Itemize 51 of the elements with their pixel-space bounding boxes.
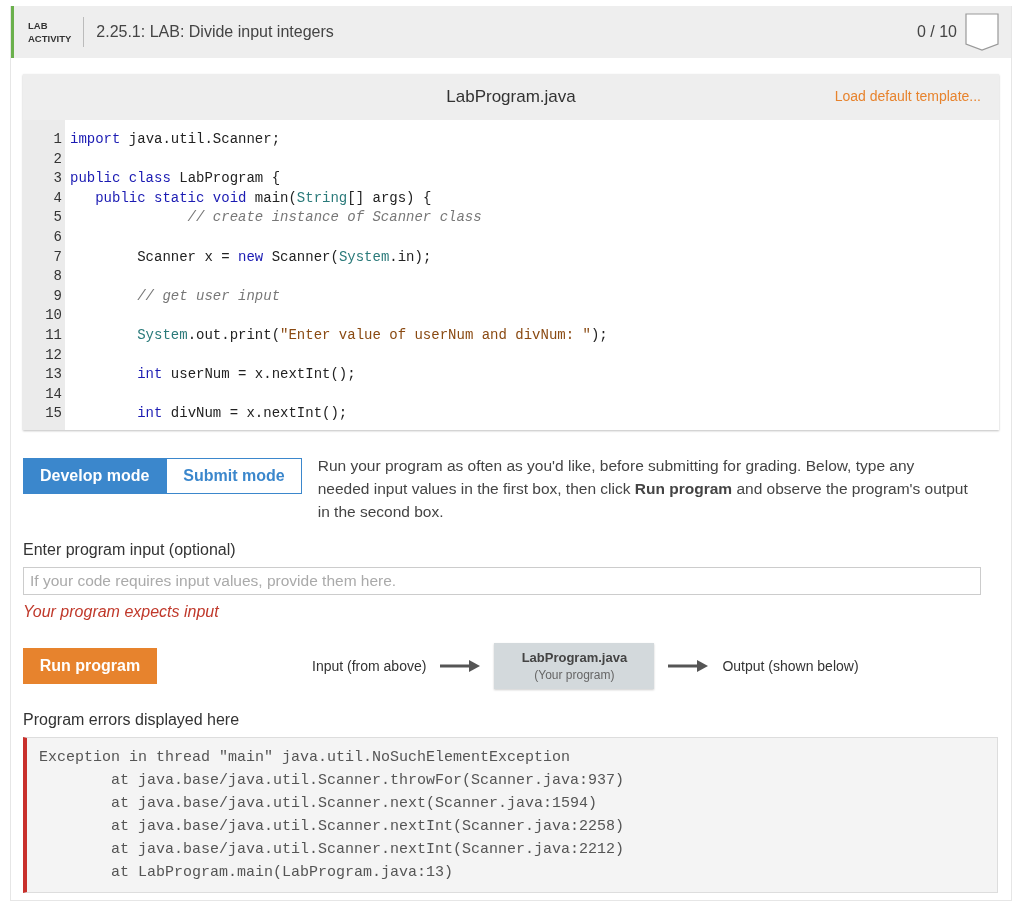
error-line: at java.base/java.util.Scanner.next(Scanner.java:1594) xyxy=(110,794,599,814)
code-line: int divNum = x.nextInt(); xyxy=(136,404,349,424)
input-caption: Input (from above) xyxy=(312,658,427,674)
code-line: System.out.print("Enter value of userNum and divNum: "); xyxy=(136,325,609,345)
file-name: LabProgram.java xyxy=(446,87,576,107)
line-number: 15 xyxy=(44,404,63,424)
run-program-button[interactable]: Run program xyxy=(23,648,157,684)
program-caption: (Your program) xyxy=(534,668,615,682)
instructions-text: Run your program as often as you'd like, before submitting for grading. Below, type any needed input values in the first box, then click Run program and observe the program's output in the second box. xyxy=(317,456,968,522)
code-line: int userNum = x.nextInt(); xyxy=(136,365,357,385)
error-line: at java.base/java.util.Scanner.throwFor(Scanner.java:937) xyxy=(110,771,626,791)
code-line: public class LabProgram { xyxy=(70,169,282,189)
activity-title: 2.25.1: LAB: Divide input integers xyxy=(96,23,335,41)
code-editor[interactable] xyxy=(23,74,999,430)
ribbon-icon xyxy=(965,13,999,51)
mode-tab[interactable]: Submit mode xyxy=(166,458,302,494)
input-warning: Your program expects input xyxy=(23,603,220,621)
program-input-field[interactable]: If your code requires input values, provide them here. xyxy=(23,567,981,595)
load-template-link[interactable]: Load default template... xyxy=(834,88,981,104)
line-number: 7 xyxy=(52,247,63,267)
lab-activity-label: LAB ACTIVITY xyxy=(28,17,85,47)
output-caption: Output (shown below) xyxy=(722,658,859,674)
code-line: // create instance of Scanner class xyxy=(186,208,483,228)
error-line: at java.base/java.util.Scanner.nextInt(Scanner.java:2212) xyxy=(110,840,626,860)
arrow-icon xyxy=(440,660,481,672)
line-number: 3 xyxy=(52,169,63,189)
line-number: 6 xyxy=(52,227,63,247)
code-line: // get user input xyxy=(136,286,282,306)
line-number: 1 xyxy=(52,130,63,149)
error-line: at java.base/java.util.Scanner.nextInt(Scanner.java:2258) xyxy=(110,817,626,837)
line-number: 4 xyxy=(52,188,63,208)
line-number: 8 xyxy=(52,267,63,287)
program-name: LabProgram.java xyxy=(521,650,628,665)
line-number: 5 xyxy=(52,208,63,228)
error-line: Exception in thread "main" java.util.NoSuchElementException xyxy=(39,748,572,768)
code-line: Scanner x = new Scanner(System.in); xyxy=(136,247,433,267)
arrow-icon xyxy=(668,660,709,672)
mode-tab[interactable]: Develop mode xyxy=(23,458,167,494)
code-line: public static void main(String[] args) { xyxy=(94,188,433,208)
score: 0 / 10 xyxy=(916,23,957,41)
line-number: 11 xyxy=(44,325,63,345)
line-number: 14 xyxy=(44,384,63,404)
errors-label: Program errors displayed here xyxy=(23,711,241,729)
line-number: 13 xyxy=(44,365,63,385)
code-line: import java.util.Scanner; xyxy=(70,130,282,149)
line-number: 2 xyxy=(52,149,63,169)
line-number: 9 xyxy=(52,286,63,306)
error-line: at LabProgram.main(LabProgram.java:13) xyxy=(110,863,455,883)
input-label: Enter program input (optional) xyxy=(23,541,237,559)
line-number: 12 xyxy=(44,345,63,365)
line-number: 10 xyxy=(44,306,63,326)
